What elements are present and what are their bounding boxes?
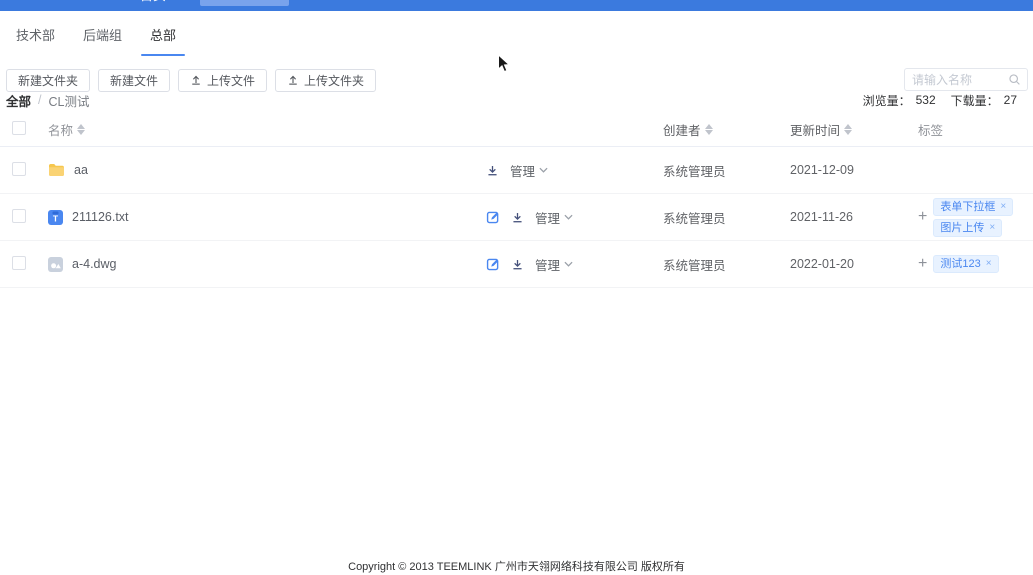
group-tabs: 技术部 后端组 总部 bbox=[0, 11, 1033, 57]
toolbar: 新建文件夹 新建文件 上传文件 上传文件夹 bbox=[6, 68, 1028, 92]
breadcrumb-row: 全部 / CL测试 浏览量： 532 下载量： 27 bbox=[6, 92, 1027, 108]
column-header-name[interactable]: 名称 bbox=[48, 120, 85, 139]
stats: 浏览量： 532 下载量： 27 bbox=[863, 92, 1027, 109]
column-header-creator[interactable]: 创建者 bbox=[663, 120, 713, 139]
download-icon[interactable] bbox=[511, 211, 524, 224]
dwg-file-icon bbox=[48, 257, 63, 272]
tab-houduanzu[interactable]: 后端组 bbox=[83, 11, 122, 57]
row-checkbox[interactable] bbox=[12, 209, 26, 223]
column-header-updated[interactable]: 更新时间 bbox=[790, 120, 852, 139]
select-all-checkbox[interactable] bbox=[12, 121, 26, 135]
downloads-count: 27 bbox=[1004, 93, 1017, 107]
manage-dropdown[interactable]: 管理 bbox=[510, 161, 548, 180]
updated-cell: 2022-01-20 bbox=[788, 257, 916, 271]
remove-tag-icon[interactable]: × bbox=[989, 221, 995, 235]
remove-tag-icon[interactable]: × bbox=[1000, 200, 1006, 214]
column-header-tags: 标签 bbox=[918, 120, 943, 139]
manage-dropdown[interactable]: 管理 bbox=[535, 255, 573, 274]
tab-jishubu[interactable]: 技术部 bbox=[16, 11, 55, 57]
new-file-label: 新建文件 bbox=[110, 72, 158, 89]
updated-cell: 2021-12-09 bbox=[788, 163, 916, 177]
row-checkbox[interactable] bbox=[12, 256, 26, 270]
search-icon[interactable] bbox=[1008, 73, 1021, 86]
add-tag-button[interactable]: + bbox=[918, 256, 927, 272]
tag-pill[interactable]: 表单下拉框 × bbox=[933, 198, 1013, 216]
table-header: 名称 创建者 更新时间 标签 bbox=[0, 113, 1033, 147]
sort-icon[interactable] bbox=[705, 124, 713, 135]
table-row[interactable]: a-4.dwg 管理 系统管理员 2022-01-20 + 测试123 bbox=[0, 241, 1033, 288]
edit-icon[interactable] bbox=[486, 257, 500, 271]
document-manager-page: myApps 首页 组 3 ˅ 系统管理员 技术部 后端组 总部 新建文件夹 新… bbox=[0, 0, 1033, 575]
footer-copyright: Copyright © 2013 TEEMLINK 广州市天翎网络科技有限公司 … bbox=[0, 558, 1033, 574]
module-select-value: 组 3 bbox=[208, 0, 230, 1]
download-icon[interactable] bbox=[486, 164, 499, 177]
chevron-down-icon bbox=[539, 167, 548, 173]
add-tag-button[interactable]: + bbox=[918, 209, 927, 225]
nav-item-home[interactable]: 首页 bbox=[140, 0, 166, 4]
chevron-down-icon bbox=[564, 261, 573, 267]
upload-file-label: 上传文件 bbox=[207, 72, 255, 89]
downloads-label: 下载量： bbox=[951, 92, 999, 109]
edit-icon[interactable] bbox=[486, 210, 500, 224]
upload-file-button[interactable]: 上传文件 bbox=[178, 69, 267, 92]
module-select[interactable]: 组 3 ˅ bbox=[200, 0, 289, 6]
upload-icon bbox=[190, 74, 202, 86]
file-name[interactable]: 211126.txt bbox=[72, 210, 129, 224]
tag-pill[interactable]: 图片上传 × bbox=[933, 219, 1002, 237]
new-folder-button[interactable]: 新建文件夹 bbox=[6, 69, 90, 92]
txt-file-icon: T bbox=[48, 210, 63, 225]
file-table: 名称 创建者 更新时间 标签 bbox=[0, 113, 1033, 288]
file-name[interactable]: a-4.dwg bbox=[72, 257, 116, 271]
creator-cell: 系统管理员 bbox=[660, 255, 788, 274]
chevron-down-icon bbox=[564, 214, 573, 220]
remove-tag-icon[interactable]: × bbox=[986, 257, 992, 271]
upload-folder-label: 上传文件夹 bbox=[304, 72, 364, 89]
file-name[interactable]: aa bbox=[74, 163, 88, 177]
table-row[interactable]: aa 管理 系统管理员 2021-12-09 bbox=[0, 147, 1033, 194]
tab-zongbu[interactable]: 总部 bbox=[150, 11, 176, 57]
upload-folder-button[interactable]: 上传文件夹 bbox=[275, 69, 376, 92]
new-file-button[interactable]: 新建文件 bbox=[98, 69, 170, 92]
row-checkbox[interactable] bbox=[12, 162, 26, 176]
breadcrumb-current: CL测试 bbox=[49, 91, 90, 110]
tag-pill[interactable]: 测试123 × bbox=[933, 255, 998, 273]
updated-cell: 2021-11-26 bbox=[788, 210, 916, 224]
sort-icon[interactable] bbox=[844, 124, 852, 135]
search-input[interactable] bbox=[905, 73, 1008, 87]
creator-cell: 系统管理员 bbox=[660, 208, 788, 227]
creator-cell: 系统管理员 bbox=[660, 161, 788, 180]
topbar-inner: myApps 首页 组 3 ˅ 系统管理员 bbox=[0, 0, 1033, 11]
svg-text:T: T bbox=[53, 213, 59, 223]
table-row[interactable]: T 211126.txt 管理 系统管理员 2021-11-26 + bbox=[0, 194, 1033, 241]
manage-dropdown[interactable]: 管理 bbox=[535, 208, 573, 227]
breadcrumb-root[interactable]: 全部 bbox=[6, 91, 31, 110]
download-icon[interactable] bbox=[511, 258, 524, 271]
new-folder-label: 新建文件夹 bbox=[18, 72, 78, 89]
sort-icon[interactable] bbox=[77, 124, 85, 135]
folder-icon bbox=[48, 163, 65, 177]
topbar: myApps 首页 组 3 ˅ 系统管理员 bbox=[0, 0, 1033, 11]
search-box bbox=[904, 68, 1028, 91]
views-label: 浏览量： bbox=[863, 92, 911, 109]
views-count: 532 bbox=[916, 93, 936, 107]
breadcrumb-separator: / bbox=[38, 93, 41, 107]
upload-icon bbox=[287, 74, 299, 86]
